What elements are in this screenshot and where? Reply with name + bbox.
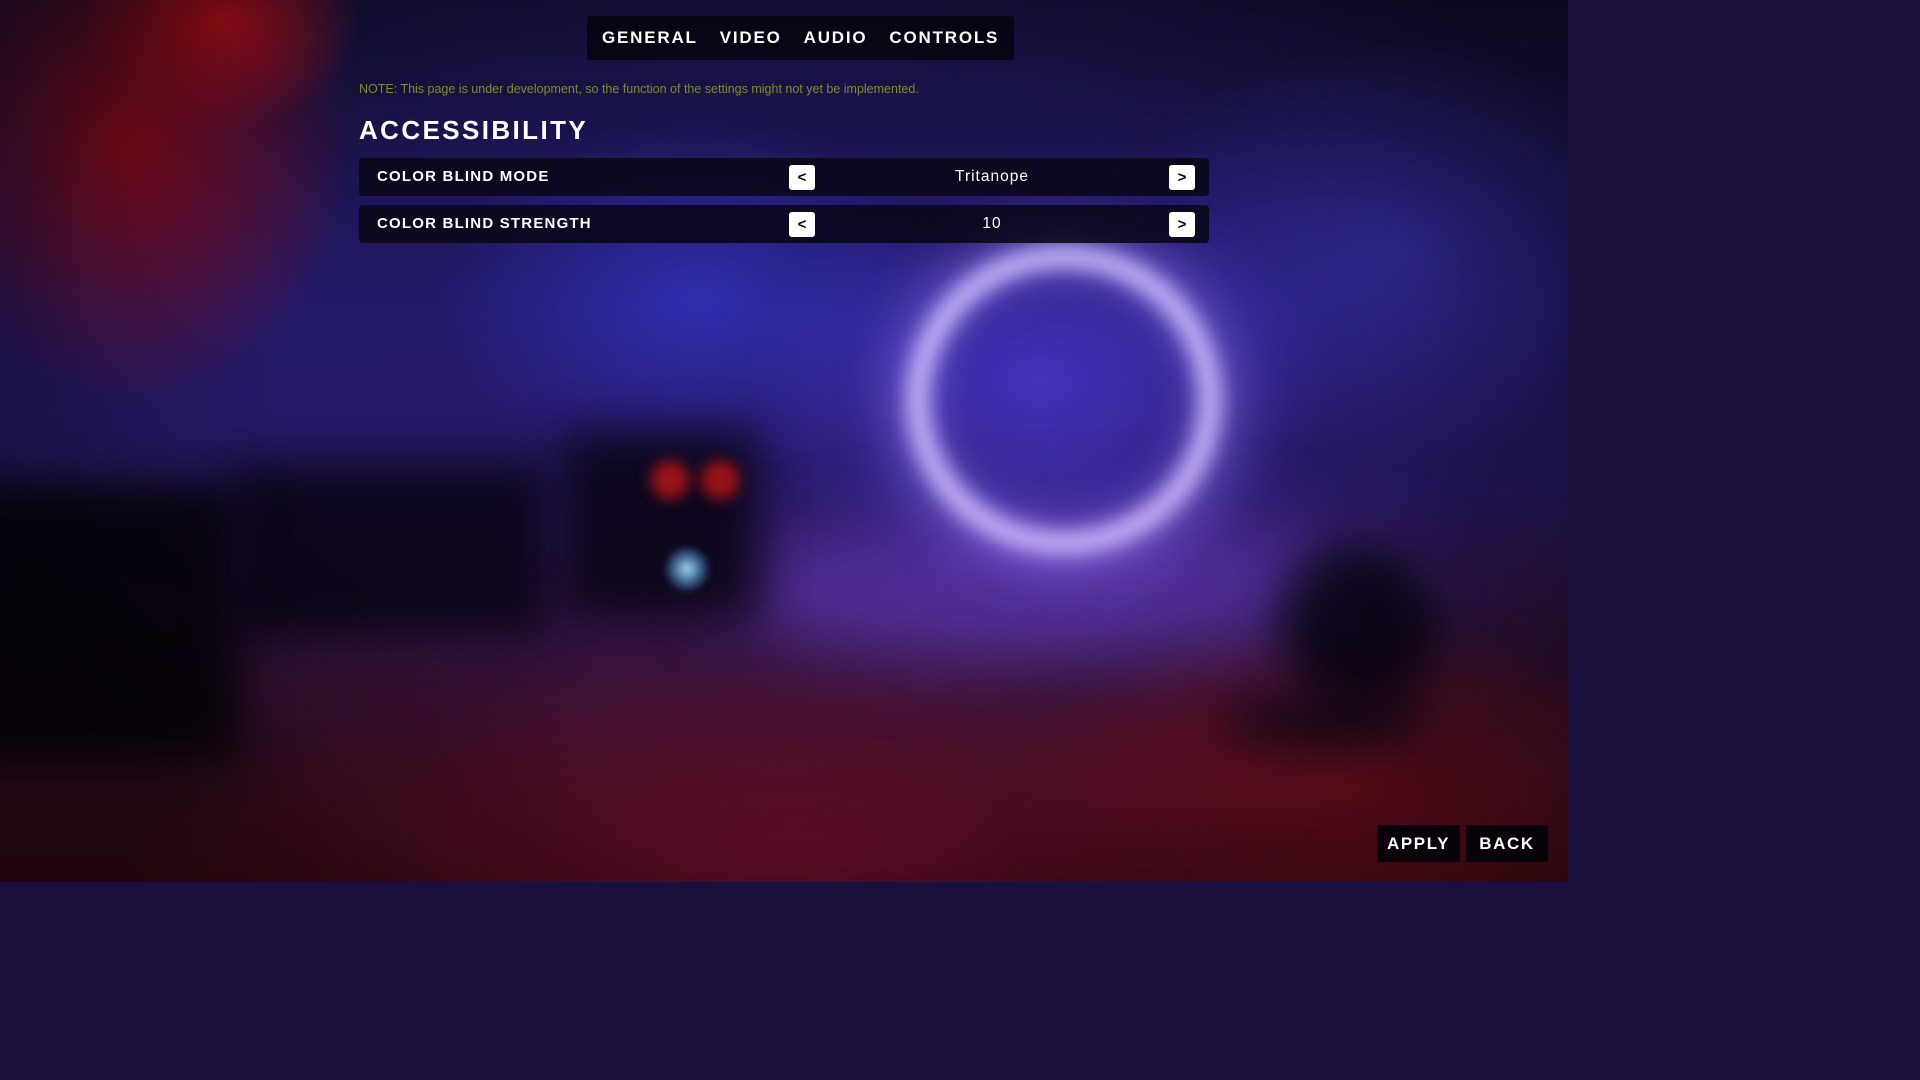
section-title: ACCESSIBILITY <box>359 115 589 145</box>
tab-video[interactable]: VIDEO <box>720 28 782 48</box>
setting-label: COLOR BLIND MODE <box>377 168 550 185</box>
apply-button[interactable]: APPLY <box>1377 825 1460 862</box>
previous-option-button[interactable]: < <box>789 212 815 237</box>
setting-label: COLOR BLIND STRENGTH <box>377 215 592 232</box>
settings-tab-bar: GENERAL VIDEO AUDIO CONTROLS <box>587 16 1015 60</box>
previous-option-button[interactable]: < <box>789 165 815 190</box>
next-option-button[interactable]: > <box>1169 165 1195 190</box>
tab-audio[interactable]: AUDIO <box>804 28 868 48</box>
back-button[interactable]: BACK <box>1466 825 1548 862</box>
setting-value: 10 <box>982 215 1002 232</box>
setting-row-color-blind-strength: COLOR BLIND STRENGTH < 10 > <box>359 205 1209 243</box>
development-note: NOTE: This page is under development, so… <box>359 82 919 96</box>
setting-value: Tritanope <box>955 168 1029 185</box>
tab-general[interactable]: GENERAL <box>602 28 698 48</box>
next-option-button[interactable]: > <box>1169 212 1195 237</box>
setting-row-color-blind-mode: COLOR BLIND MODE < Tritanope > <box>359 158 1209 196</box>
background-vignette <box>0 0 1568 882</box>
tab-controls[interactable]: CONTROLS <box>889 28 999 48</box>
background-scene <box>0 0 1568 882</box>
